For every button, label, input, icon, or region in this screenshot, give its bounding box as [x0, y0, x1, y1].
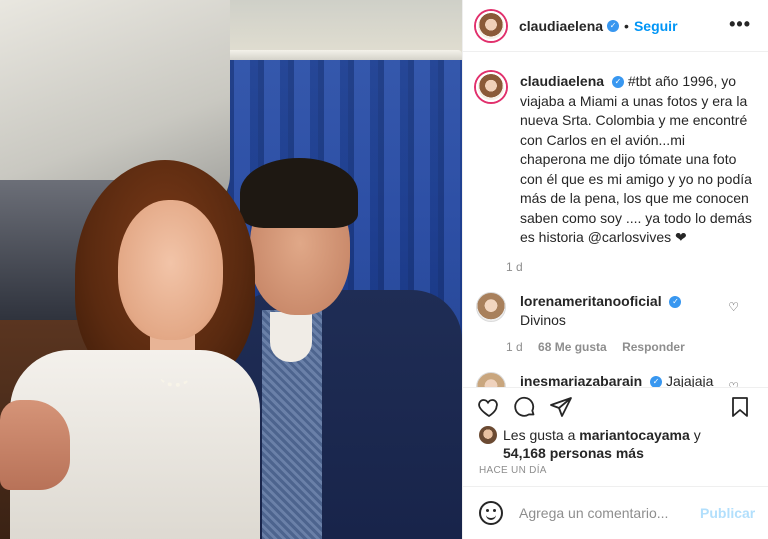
more-options-icon[interactable]: •••	[729, 14, 751, 35]
comment-body: inesmariazabarain ✓ Jajajaja que belleza…	[520, 372, 725, 388]
comment-item: lorenameritanooficial ✓ Divinos 1 d 68 M…	[476, 291, 753, 354]
comment-meta: 1 d 68 Me gusta Responder	[506, 340, 725, 354]
hand-on-shoulder	[0, 400, 70, 490]
pearl-necklace	[160, 365, 190, 387]
caption-avatar[interactable]	[476, 72, 506, 102]
comment-username[interactable]: inesmariazabarain	[520, 373, 642, 388]
author-avatar[interactable]	[476, 10, 506, 41]
comment-like-heart-icon[interactable]: ♡	[728, 380, 739, 388]
likes-conjunction: y	[693, 427, 701, 443]
post-photo[interactable]	[0, 0, 462, 539]
comment-text: Divinos	[520, 312, 566, 328]
caption-username[interactable]: claudiaelena	[520, 73, 604, 89]
man-tshirt	[270, 312, 312, 362]
commenter-avatar[interactable]	[476, 371, 506, 387]
caption-text: #tbt año 1996, yo viajaba a Miami a unas…	[520, 73, 752, 245]
likes-count[interactable]: 54,168 personas más	[503, 445, 644, 461]
post-timestamp[interactable]: HACE UN DÍA	[479, 465, 547, 476]
share-icon[interactable]	[548, 394, 574, 420]
liker-avatar[interactable]	[479, 426, 497, 444]
comment-icon[interactable]	[512, 394, 538, 420]
caption-timestamp[interactable]: 1 d	[506, 260, 752, 274]
comment-username[interactable]: lorenameritanooficial	[520, 293, 662, 309]
verified-icon: ✓	[650, 375, 663, 387]
caption-body: claudiaelena ✓ #tbt año 1996, yo viajaba…	[520, 72, 752, 248]
bookmark-icon[interactable]	[727, 394, 753, 420]
woman-face	[118, 200, 223, 340]
action-bar	[463, 387, 768, 427]
comment-like-heart-icon[interactable]: ♡	[728, 300, 739, 314]
post-sidebar: claudiaelena ✓ • Seguir ••• claudiaelena…	[462, 0, 768, 539]
comment-likes[interactable]: 68 Me gusta	[538, 340, 607, 354]
comment-item: inesmariazabarain ✓ Jajajaja que belleza…	[476, 371, 753, 388]
comment-composer: Publicar	[463, 486, 768, 539]
separator-dot: •	[624, 17, 629, 34]
publish-button[interactable]: Publicar	[700, 505, 755, 521]
follow-button[interactable]: Seguir	[634, 18, 678, 34]
likes-prefix: Les gusta a	[503, 427, 576, 443]
comments-list[interactable]: claudiaelena ✓ #tbt año 1996, yo viajaba…	[463, 52, 768, 387]
likes-summary: Les gusta a mariantocayama y 54,168 pers…	[479, 426, 759, 462]
commenter-avatar[interactable]	[476, 291, 506, 322]
verified-icon: ✓	[607, 19, 620, 32]
comment-body: lorenameritanooficial ✓ Divinos	[520, 292, 725, 331]
man-hair	[240, 158, 358, 228]
comment-timestamp[interactable]: 1 d	[506, 340, 523, 354]
verified-icon: ✓	[611, 76, 624, 89]
author-username[interactable]: claudiaelena	[519, 18, 603, 34]
verified-icon: ✓	[669, 295, 682, 308]
post-header: claudiaelena ✓ • Seguir •••	[463, 0, 768, 52]
emoji-icon[interactable]	[479, 501, 503, 525]
liker-username[interactable]: mariantocayama	[579, 427, 690, 443]
comment-input[interactable]	[519, 505, 700, 521]
heart-icon[interactable]	[476, 394, 502, 420]
reply-button[interactable]: Responder	[622, 340, 685, 354]
caption: claudiaelena ✓ #tbt año 1996, yo viajaba…	[476, 72, 753, 274]
